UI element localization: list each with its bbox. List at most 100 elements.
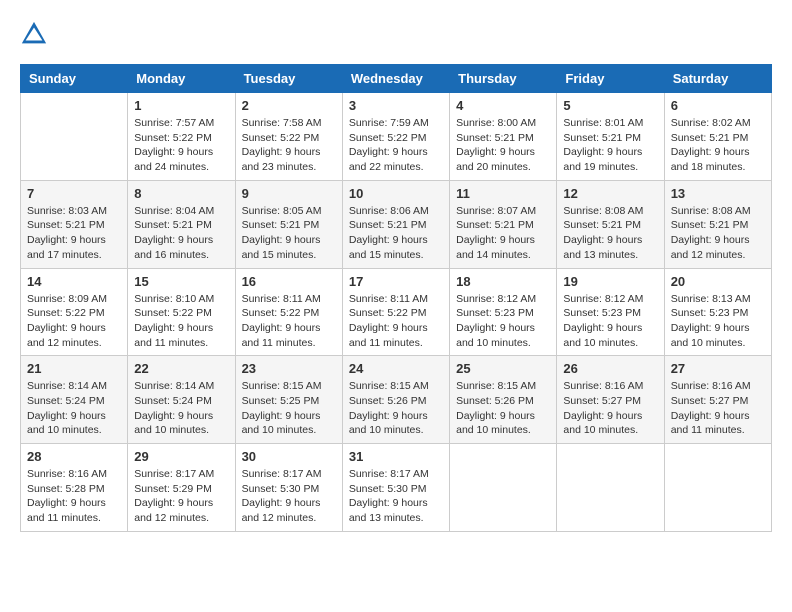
day-number: 19	[563, 274, 657, 289]
day-info: Sunrise: 8:07 AMSunset: 5:21 PMDaylight:…	[456, 204, 550, 263]
day-cell: 26 Sunrise: 8:16 AMSunset: 5:27 PMDayligh…	[557, 356, 664, 444]
day-number: 13	[671, 186, 765, 201]
day-number: 25	[456, 361, 550, 376]
day-info: Sunrise: 8:17 AMSunset: 5:30 PMDaylight:…	[349, 467, 443, 526]
logo-icon	[20, 20, 48, 48]
day-info: Sunrise: 8:06 AMSunset: 5:21 PMDaylight:…	[349, 204, 443, 263]
week-row-2: 7 Sunrise: 8:03 AMSunset: 5:21 PMDaylight…	[21, 180, 772, 268]
day-cell	[557, 444, 664, 532]
calendar-table: SundayMondayTuesdayWednesdayThursdayFrid…	[20, 64, 772, 532]
day-number: 22	[134, 361, 228, 376]
day-info: Sunrise: 8:15 AMSunset: 5:26 PMDaylight:…	[456, 379, 550, 438]
day-number: 31	[349, 449, 443, 464]
day-cell: 8Sunrise: 8:04 AMSunset: 5:21 PMDaylight…	[128, 180, 235, 268]
day-number: 18	[456, 274, 550, 289]
day-number: 4	[456, 98, 550, 113]
calendar-body: 1Sunrise: 7:57 AMSunset: 5:22 PMDaylight…	[21, 93, 772, 532]
day-cell: 15 Sunrise: 8:10 AMSunset: 5:22 PMDayligh…	[128, 268, 235, 356]
header-cell-thursday: Thursday	[450, 65, 557, 93]
day-info: Sunrise: 8:13 AMSunset: 5:23 PMDaylight:…	[671, 292, 765, 351]
day-info: Sunrise: 8:12 AMSunset: 5:23 PMDaylight:…	[456, 292, 550, 351]
day-info: Sunrise: 8:08 AMSunset: 5:21 PMDaylight:…	[563, 204, 657, 263]
day-cell: 13Sunrise: 8:08 AMSunset: 5:21 PMDayligh…	[664, 180, 771, 268]
header-cell-wednesday: Wednesday	[342, 65, 449, 93]
day-number: 24	[349, 361, 443, 376]
day-info: Sunrise: 8:10 AMSunset: 5:22 PMDaylight:…	[134, 292, 228, 351]
day-cell: 17 Sunrise: 8:11 AMSunset: 5:22 PMDayligh…	[342, 268, 449, 356]
day-cell: 3 Sunrise: 7:59 AMSunset: 5:22 PMDaylight…	[342, 93, 449, 181]
logo	[20, 20, 52, 48]
day-number: 5	[563, 98, 657, 113]
day-number: 3	[349, 98, 443, 113]
day-cell: 30 Sunrise: 8:17 AMSunset: 5:30 PMDayligh…	[235, 444, 342, 532]
day-number: 10	[349, 186, 443, 201]
day-cell: 22 Sunrise: 8:14 AMSunset: 5:24 PMDayligh…	[128, 356, 235, 444]
day-cell: 27 Sunrise: 8:16 AMSunset: 5:27 PMDayligh…	[664, 356, 771, 444]
day-info: Sunrise: 8:16 AMSunset: 5:27 PMDaylight:…	[563, 379, 657, 438]
day-cell	[664, 444, 771, 532]
day-info: Sunrise: 8:16 AMSunset: 5:28 PMDaylight:…	[27, 467, 121, 526]
day-cell: 23 Sunrise: 8:15 AMSunset: 5:25 PMDayligh…	[235, 356, 342, 444]
day-cell: 2 Sunrise: 7:58 AMSunset: 5:22 PMDaylight…	[235, 93, 342, 181]
day-info: Sunrise: 8:11 AMSunset: 5:22 PMDaylight:…	[349, 292, 443, 351]
week-row-5: 28Sunrise: 8:16 AMSunset: 5:28 PMDayligh…	[21, 444, 772, 532]
calendar-header: SundayMondayTuesdayWednesdayThursdayFrid…	[21, 65, 772, 93]
day-cell: 5 Sunrise: 8:01 AMSunset: 5:21 PMDaylight…	[557, 93, 664, 181]
day-cell: 24 Sunrise: 8:15 AMSunset: 5:26 PMDayligh…	[342, 356, 449, 444]
day-cell: 28Sunrise: 8:16 AMSunset: 5:28 PMDayligh…	[21, 444, 128, 532]
day-number: 16	[242, 274, 336, 289]
day-cell: 7 Sunrise: 8:03 AMSunset: 5:21 PMDaylight…	[21, 180, 128, 268]
day-number: 9	[242, 186, 336, 201]
day-info: Sunrise: 8:17 AMSunset: 5:30 PMDaylight:…	[242, 467, 336, 526]
day-cell: 6Sunrise: 8:02 AMSunset: 5:21 PMDaylight…	[664, 93, 771, 181]
week-row-4: 21 Sunrise: 8:14 AMSunset: 5:24 PMDayligh…	[21, 356, 772, 444]
day-cell: 12Sunrise: 8:08 AMSunset: 5:21 PMDayligh…	[557, 180, 664, 268]
day-info: Sunrise: 8:00 AMSunset: 5:21 PMDaylight:…	[456, 116, 550, 175]
day-number: 11	[456, 186, 550, 201]
day-cell: 16 Sunrise: 8:11 AMSunset: 5:22 PMDayligh…	[235, 268, 342, 356]
day-cell: 21 Sunrise: 8:14 AMSunset: 5:24 PMDayligh…	[21, 356, 128, 444]
day-info: Sunrise: 8:04 AMSunset: 5:21 PMDaylight:…	[134, 204, 228, 263]
day-cell	[21, 93, 128, 181]
day-number: 7	[27, 186, 121, 201]
header-cell-friday: Friday	[557, 65, 664, 93]
day-info: Sunrise: 8:17 AMSunset: 5:29 PMDaylight:…	[134, 467, 228, 526]
day-info: Sunrise: 8:14 AMSunset: 5:24 PMDaylight:…	[134, 379, 228, 438]
day-info: Sunrise: 8:02 AMSunset: 5:21 PMDaylight:…	[671, 116, 765, 175]
day-number: 2	[242, 98, 336, 113]
day-info: Sunrise: 8:01 AMSunset: 5:21 PMDaylight:…	[563, 116, 657, 175]
day-cell: 31 Sunrise: 8:17 AMSunset: 5:30 PMDayligh…	[342, 444, 449, 532]
day-number: 29	[134, 449, 228, 464]
day-number: 30	[242, 449, 336, 464]
header-cell-sunday: Sunday	[21, 65, 128, 93]
day-info: Sunrise: 8:09 AMSunset: 5:22 PMDaylight:…	[27, 292, 121, 351]
day-number: 23	[242, 361, 336, 376]
day-info: Sunrise: 8:16 AMSunset: 5:27 PMDaylight:…	[671, 379, 765, 438]
day-info: Sunrise: 8:11 AMSunset: 5:22 PMDaylight:…	[242, 292, 336, 351]
day-cell: 19 Sunrise: 8:12 AMSunset: 5:23 PMDayligh…	[557, 268, 664, 356]
day-info: Sunrise: 8:03 AMSunset: 5:21 PMDaylight:…	[27, 204, 121, 263]
day-cell: 18 Sunrise: 8:12 AMSunset: 5:23 PMDayligh…	[450, 268, 557, 356]
day-info: Sunrise: 7:59 AMSunset: 5:22 PMDaylight:…	[349, 116, 443, 175]
header-cell-monday: Monday	[128, 65, 235, 93]
day-info: Sunrise: 8:12 AMSunset: 5:23 PMDaylight:…	[563, 292, 657, 351]
day-info: Sunrise: 8:15 AMSunset: 5:25 PMDaylight:…	[242, 379, 336, 438]
week-row-3: 14 Sunrise: 8:09 AMSunset: 5:22 PMDayligh…	[21, 268, 772, 356]
header-row: SundayMondayTuesdayWednesdayThursdayFrid…	[21, 65, 772, 93]
day-number: 26	[563, 361, 657, 376]
day-cell: 11 Sunrise: 8:07 AMSunset: 5:21 PMDayligh…	[450, 180, 557, 268]
page-header	[20, 20, 772, 48]
day-number: 15	[134, 274, 228, 289]
day-number: 17	[349, 274, 443, 289]
day-cell: 29 Sunrise: 8:17 AMSunset: 5:29 PMDayligh…	[128, 444, 235, 532]
day-info: Sunrise: 7:58 AMSunset: 5:22 PMDaylight:…	[242, 116, 336, 175]
day-number: 14	[27, 274, 121, 289]
day-number: 27	[671, 361, 765, 376]
day-info: Sunrise: 8:14 AMSunset: 5:24 PMDaylight:…	[27, 379, 121, 438]
header-cell-saturday: Saturday	[664, 65, 771, 93]
day-info: Sunrise: 8:05 AMSunset: 5:21 PMDaylight:…	[242, 204, 336, 263]
header-cell-tuesday: Tuesday	[235, 65, 342, 93]
day-cell: 25 Sunrise: 8:15 AMSunset: 5:26 PMDayligh…	[450, 356, 557, 444]
day-number: 21	[27, 361, 121, 376]
day-info: Sunrise: 8:15 AMSunset: 5:26 PMDaylight:…	[349, 379, 443, 438]
